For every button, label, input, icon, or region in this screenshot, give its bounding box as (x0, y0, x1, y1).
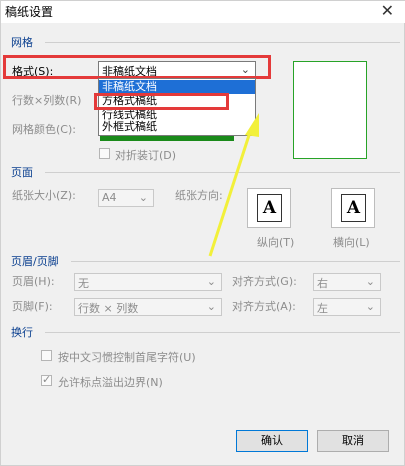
annotation-arrow-icon (208, 113, 259, 257)
settings-dialog: 稿纸设置 ✕ 网格 格式(S): 非稿纸文档 ⌄ 行数×列数(R) 网格颜色(C… (0, 0, 405, 466)
